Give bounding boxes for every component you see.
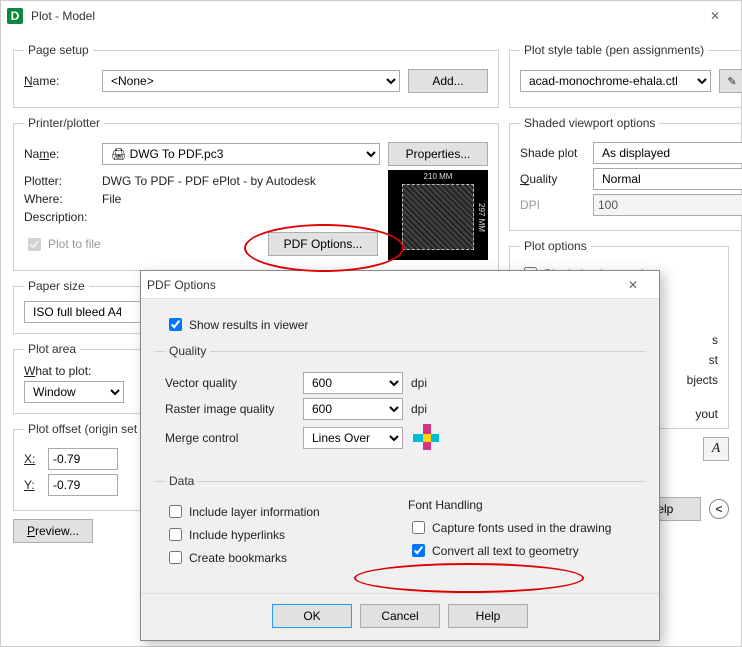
- shade-plot-label: Shade plot: [520, 146, 585, 160]
- page-name-label: Name:: [24, 74, 94, 88]
- close-icon[interactable]: ✕: [695, 2, 735, 30]
- preview-button[interactable]: Preview...: [13, 519, 93, 543]
- main-title: Plot - Model: [31, 9, 95, 23]
- page-setup-legend: Page setup: [24, 43, 93, 57]
- desc-label: Description:: [24, 210, 94, 224]
- quality-legend: Quality: [165, 344, 210, 358]
- shaded-legend: Shaded viewport options: [520, 116, 659, 130]
- plotter-label: Plotter:: [24, 174, 94, 188]
- pdf-options-dialog: PDF Options ✕ Show results in viewer Qua…: [140, 270, 660, 641]
- quality-group: Quality Vector quality 600 dpi Raster im…: [155, 344, 645, 466]
- x-label: X:: [24, 452, 40, 466]
- printer-name-label: Name:: [24, 147, 94, 161]
- vector-quality-label: Vector quality: [165, 376, 295, 390]
- dialog-title: PDF Options: [147, 278, 216, 292]
- dpi-label: DPI: [520, 198, 585, 212]
- include-layer-checkbox[interactable]: Include layer information: [165, 502, 392, 521]
- dpi-input: [593, 194, 742, 216]
- paper-preview: 210 MM 297 MM: [388, 170, 488, 260]
- capture-fonts-checkbox[interactable]: Capture fonts used in the drawing: [408, 518, 635, 537]
- x-input[interactable]: [48, 448, 118, 470]
- raster-dpi-label: dpi: [411, 402, 427, 416]
- plot-style-select[interactable]: acad-monochrome-ehala.ctl: [520, 70, 711, 92]
- page-name-select[interactable]: <None>: [102, 70, 400, 92]
- shaded-group: Shaded viewport options Shade plot As dis…: [509, 116, 742, 231]
- plot-style-group: Plot style table (pen assignments) acad-…: [509, 43, 742, 108]
- orientation-button[interactable]: A: [703, 437, 729, 461]
- plot-style-edit-button[interactable]: ✎: [719, 69, 742, 93]
- plot-area-legend: Plot area: [24, 342, 80, 356]
- vector-dpi-label: dpi: [411, 376, 427, 390]
- expand-icon[interactable]: <: [709, 499, 729, 519]
- where-value: File: [102, 192, 121, 206]
- dim-height: 297 MM: [477, 184, 486, 250]
- y-label: Y:: [24, 478, 40, 492]
- plot-options-legend: Plot options: [520, 239, 591, 253]
- plot-to-file-checkbox: Plot to file: [24, 235, 101, 254]
- paper-size-legend: Paper size: [24, 279, 89, 293]
- merge-control-select[interactable]: Lines Overwrite: [303, 427, 403, 449]
- printer-group: Printer/plotter Name: 🖨 DWG To PDF.pc3 P…: [13, 116, 499, 271]
- quality-label: Quality: [520, 172, 585, 186]
- page-setup-group: Page setup Name: <None> Add...: [13, 43, 499, 108]
- app-icon: D: [7, 8, 23, 24]
- raster-quality-select[interactable]: 600: [303, 398, 403, 420]
- quality-select[interactable]: Normal: [593, 168, 742, 190]
- where-label: Where:: [24, 192, 94, 206]
- pdf-options-button[interactable]: PDF Options...: [268, 232, 378, 256]
- create-bookmarks-checkbox[interactable]: Create bookmarks: [165, 548, 392, 567]
- data-group: Data Include layer information Include h…: [155, 474, 645, 581]
- include-hyperlinks-checkbox[interactable]: Include hyperlinks: [165, 525, 392, 544]
- plotter-value: DWG To PDF - PDF ePlot - by Autodesk: [102, 174, 316, 188]
- shade-plot-select[interactable]: As displayed: [593, 142, 742, 164]
- show-results-checkbox[interactable]: Show results in viewer: [165, 315, 645, 334]
- vector-quality-select[interactable]: 600: [303, 372, 403, 394]
- data-legend: Data: [165, 474, 198, 488]
- paper-size-select[interactable]: ISO full bleed A4 (2: [24, 301, 154, 323]
- y-input[interactable]: [48, 474, 118, 496]
- printer-legend: Printer/plotter: [24, 116, 104, 130]
- what-to-plot-select[interactable]: Window: [24, 381, 124, 403]
- merge-control-label: Merge control: [165, 431, 295, 445]
- properties-button[interactable]: Properties...: [388, 142, 488, 166]
- raster-quality-label: Raster image quality: [165, 402, 295, 416]
- dim-width: 210 MM: [402, 172, 474, 181]
- cancel-button[interactable]: Cancel: [360, 604, 440, 628]
- plot-style-legend: Plot style table (pen assignments): [520, 43, 708, 57]
- convert-text-checkbox[interactable]: Convert all text to geometry: [408, 541, 635, 560]
- printer-name-select[interactable]: 🖨 DWG To PDF.pc3: [102, 143, 380, 165]
- dialog-help-button[interactable]: Help: [448, 604, 528, 628]
- main-titlebar: D Plot - Model ✕: [1, 1, 741, 31]
- cursor-icon: [413, 424, 443, 452]
- font-handling-legend: Font Handling: [408, 498, 635, 512]
- dialog-close-icon[interactable]: ✕: [613, 271, 653, 299]
- add-button[interactable]: Add...: [408, 69, 488, 93]
- plot-offset-legend: Plot offset (origin set: [24, 422, 141, 436]
- ok-button[interactable]: OK: [272, 604, 352, 628]
